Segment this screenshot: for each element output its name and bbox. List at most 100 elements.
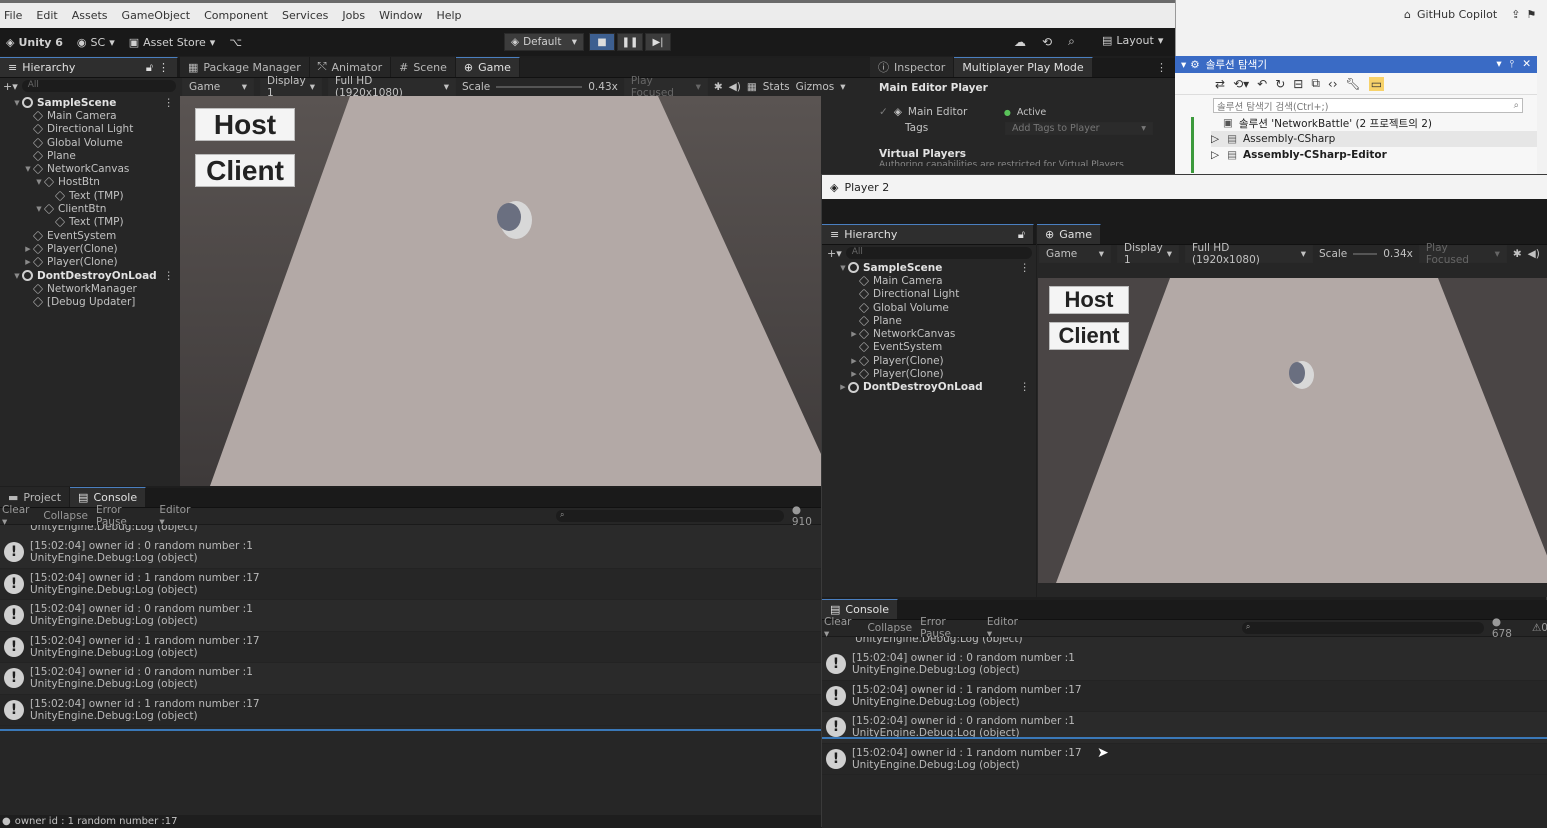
player2-console-search-input[interactable]: ⌕ [1241, 622, 1484, 634]
hierarchy-item[interactable]: ▶ DontDestroyOnLoad ⋮ [826, 381, 1036, 394]
hierarchy-item[interactable]: ▼ SampleScene ⋮ [0, 96, 180, 109]
layout-dropdown[interactable]: ▤ Layout ▾ [1102, 34, 1163, 47]
hierarchy-item[interactable]: ▼ NetworkCanvas [0, 162, 180, 175]
pause-button[interactable]: ❚❚ [617, 33, 643, 51]
tab-package-manager[interactable]: ▦ Package Manager [180, 57, 310, 77]
sync-icon[interactable]: ⇄ [1215, 77, 1225, 91]
chevron-down-icon[interactable]: ▾ [840, 81, 845, 93]
hierarchy-item[interactable]: ▼ ClientBtn [0, 202, 180, 215]
hierarchy-item[interactable]: ▼ DontDestroyOnLoad ⋮ [0, 269, 180, 282]
hierarchy-item[interactable]: Global Volume [0, 136, 180, 149]
chevron-down-icon[interactable]: ▾ [1496, 58, 1501, 71]
log-entry[interactable]: ! [15:02:04] owner id : 1 random number :… [822, 743, 1547, 775]
step-button[interactable]: ▶| [645, 33, 671, 51]
hierarchy-item[interactable]: EventSystem [826, 341, 1036, 354]
log-entry[interactable]: ! [15:02:04] owner id : 1 random number :… [0, 568, 822, 600]
lock-icon[interactable]: 🔓︎ [1018, 228, 1025, 242]
hierarchy-item[interactable]: NetworkManager [0, 282, 180, 295]
gear-icon[interactable]: ⚙ [1190, 59, 1199, 71]
collapse-all-icon[interactable]: ⊟ [1293, 77, 1303, 91]
menu-item-help[interactable]: Help [436, 9, 461, 22]
code-icon[interactable]: ‹› [1328, 77, 1338, 91]
menu-item-edit[interactable]: Edit [36, 9, 57, 22]
player2-client-button[interactable]: Client [1049, 322, 1129, 350]
copilot-button[interactable]: GitHub Copilot [1417, 8, 1497, 21]
collapsed-arrow-icon[interactable]: ▶ [23, 245, 33, 253]
version-control-button[interactable]: ⌥ [229, 36, 242, 49]
tab-scene[interactable]: # Scene [391, 57, 456, 77]
bug-icon[interactable]: ✱ [1513, 248, 1522, 260]
hierarchy-item[interactable]: ▶ Player(Clone) [826, 354, 1036, 367]
display-dropdown[interactable]: Display 1 ▾ [260, 75, 322, 99]
expanded-arrow-icon[interactable]: ▼ [23, 165, 33, 173]
hierarchy-item[interactable]: Global Volume [826, 301, 1036, 314]
console-search-input[interactable]: ⌕ [556, 510, 784, 522]
player2-warning-count-badge[interactable]: ⚠0 [1532, 622, 1547, 634]
scale-slider[interactable] [496, 86, 583, 88]
player2-tab-game[interactable]: ⊕ Game [1037, 224, 1101, 244]
resolution-dropdown[interactable]: Full HD (1920x1080) ▾ [328, 75, 456, 99]
game-viewport[interactable]: Host Client [180, 96, 821, 486]
bug-icon[interactable]: ✱ [714, 81, 723, 93]
player2-log-count-badge[interactable]: ● 678 [1492, 616, 1524, 640]
tab-hierarchy[interactable]: ≡ Hierarchy 🔓︎ ⋮ [0, 57, 178, 77]
solution-search-input[interactable]: 솔루션 탐색기 검색(Ctrl+;) ⌕ [1213, 98, 1523, 113]
log-entry[interactable]: ! [15:02:04] owner id : 1 random number :… [0, 694, 822, 726]
hierarchy-item[interactable]: ▼ SampleScene ⋮ [826, 261, 1036, 274]
gizmos-button[interactable]: Gizmos [796, 81, 835, 93]
expanded-arrow-icon[interactable]: ▼ [34, 205, 44, 213]
copilot-icon[interactable]: ⌂ [1404, 8, 1411, 21]
player2-game-viewport[interactable]: Host Client [1038, 278, 1547, 583]
menu-item-window[interactable]: Window [379, 9, 422, 22]
undo-icon[interactable]: ↶ [1257, 77, 1267, 91]
player2-tab-hierarchy[interactable]: ≡ Hierarchy 🔓︎ [822, 224, 1034, 244]
player2-split-bar[interactable] [822, 737, 1547, 739]
hierarchy-item[interactable]: ▶ NetworkCanvas [826, 327, 1036, 340]
hierarchy-item[interactable]: [Debug Updater] [0, 295, 180, 308]
unity-version-button[interactable]: ◈ Unity 6 [6, 36, 63, 49]
preview-icon[interactable]: ▭ [1368, 76, 1385, 91]
add-icon[interactable]: +▾ [827, 247, 842, 260]
player2-collapse-button[interactable]: Collapse [867, 622, 912, 634]
split-bar[interactable] [0, 729, 822, 731]
log-entry[interactable]: ! [15:02:04] owner id : 1 random number :… [822, 680, 1547, 712]
history-icon[interactable]: ⟲▾ [1233, 77, 1249, 91]
log-entry[interactable]: ! [15:02:04] owner id : 0 random number :… [0, 663, 822, 695]
audio-icon[interactable]: ◀) [729, 81, 741, 93]
more-icon[interactable]: ⋮ [1156, 61, 1175, 74]
collapsed-arrow-icon[interactable]: ▶ [838, 383, 848, 391]
audio-icon[interactable]: ◀) [1528, 248, 1540, 260]
hierarchy-item[interactable]: Directional Light [0, 123, 180, 136]
hierarchy-item[interactable]: ▶ Player(Clone) [0, 256, 180, 269]
host-button[interactable]: Host [195, 108, 295, 141]
hierarchy-item[interactable]: Text (TMP) [0, 216, 180, 229]
project-node[interactable]: ▷ ▤ Assembly-CSharp [1211, 131, 1537, 147]
project-node[interactable]: ▷ ▤ Assembly-CSharp-Editor [1211, 147, 1537, 163]
hierarchy-item[interactable]: ▼ HostBtn [0, 176, 180, 189]
hierarchy-item[interactable]: Text (TMP) [0, 189, 180, 202]
expanded-arrow-icon[interactable]: ▼ [12, 272, 22, 280]
expanded-arrow-icon[interactable]: ▼ [12, 99, 22, 107]
account-button[interactable]: ◉ SC ▾ [77, 36, 115, 49]
expanded-arrow-icon[interactable]: ▼ [838, 264, 848, 272]
more-icon[interactable]: ⋮ [1020, 381, 1037, 393]
feedback-icon[interactable]: ⚑ [1526, 8, 1536, 21]
menu-item-jobs[interactable]: Jobs [342, 9, 365, 22]
player2-resolution-dropdown[interactable]: Full HD (1920x1080) ▾ [1185, 242, 1313, 266]
close-icon[interactable]: ✕ [1522, 58, 1531, 71]
tab-game[interactable]: ⊕ Game [455, 57, 520, 77]
layout-preset-dropdown[interactable]: ◈ Default ▾ [504, 33, 584, 51]
collapsed-arrow-icon[interactable]: ▶ [849, 370, 859, 378]
refresh-icon[interactable]: ↻ [1275, 77, 1285, 91]
cloud-icon[interactable]: ☁ [1014, 35, 1026, 49]
search-icon[interactable]: ⌕ [1068, 34, 1075, 49]
menu-item-gameobject[interactable]: GameObject [122, 9, 191, 22]
chevron-down-icon[interactable]: ▾ [1181, 59, 1186, 71]
menu-item-assets[interactable]: Assets [72, 9, 108, 22]
add-icon[interactable]: +▾ [3, 80, 18, 93]
hierarchy-item[interactable]: Main Camera [826, 274, 1036, 287]
client-button[interactable]: Client [195, 154, 295, 187]
player2-hierarchy-search-input[interactable]: All [845, 247, 1032, 259]
expanded-arrow-icon[interactable]: ▼ [34, 178, 44, 186]
game-view-dropdown[interactable]: Game ▾ [182, 78, 254, 96]
